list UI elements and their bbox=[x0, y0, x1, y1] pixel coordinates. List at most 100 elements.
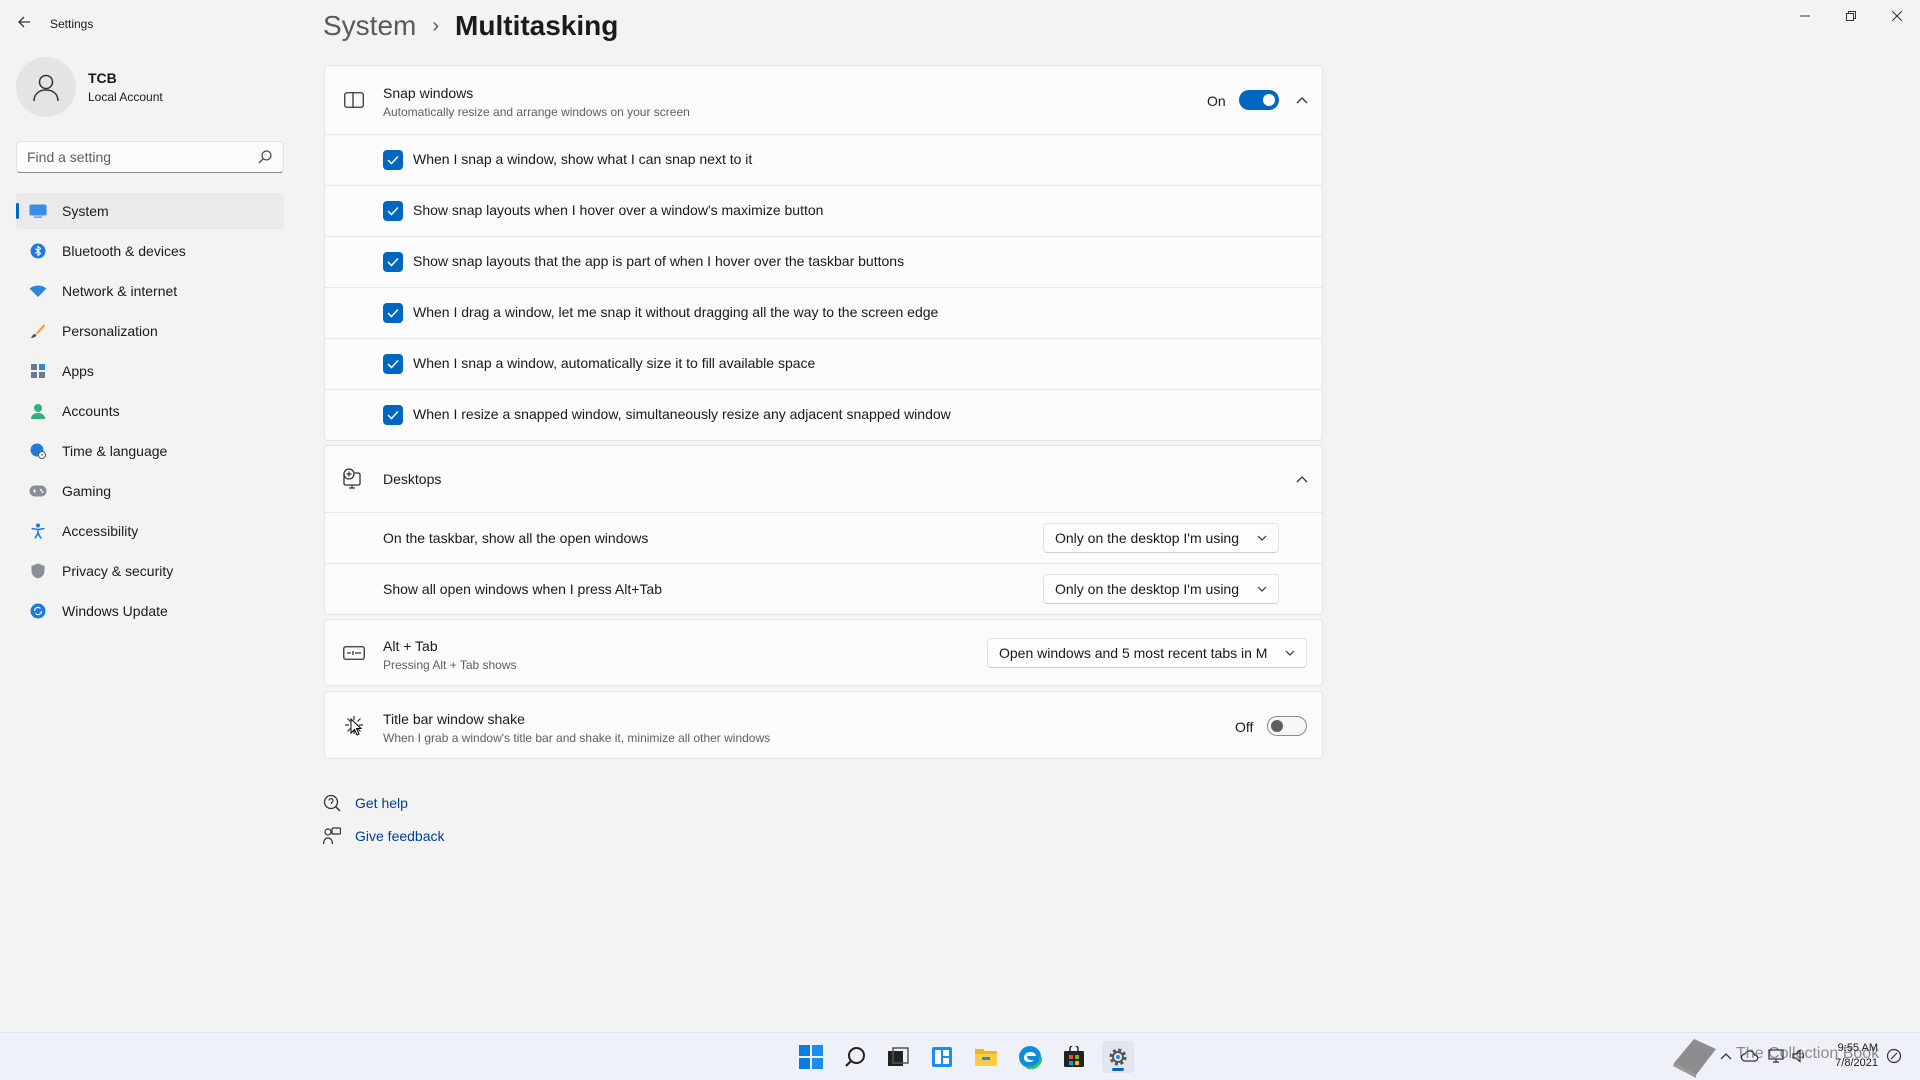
volume-icon[interactable] bbox=[1791, 1047, 1809, 1065]
breadcrumb: System › Multitasking bbox=[323, 10, 618, 42]
sidebar-item-apps[interactable]: Apps bbox=[16, 353, 284, 389]
desktops-collapse-button[interactable] bbox=[1292, 469, 1312, 489]
chevron-down-icon bbox=[1285, 650, 1295, 656]
get-help-link[interactable]: Get help bbox=[323, 794, 408, 812]
person-icon bbox=[28, 401, 48, 421]
sidebar-item-network[interactable]: Network & internet bbox=[16, 273, 284, 309]
update-icon bbox=[28, 601, 48, 621]
sidebar-item-label: Windows Update bbox=[62, 603, 168, 619]
settings-taskbar-button[interactable] bbox=[1102, 1041, 1134, 1073]
snap-windows-header[interactable]: Snap windows Automatically resize and ar… bbox=[325, 66, 1322, 134]
sidebar-item-gaming[interactable]: Gaming bbox=[16, 473, 284, 509]
clock-date: 7/8/2021 bbox=[1835, 1057, 1878, 1069]
search-input[interactable] bbox=[17, 142, 247, 172]
sidebar-item-windows-update[interactable]: Windows Update bbox=[16, 593, 284, 629]
file-explorer-button[interactable] bbox=[970, 1041, 1002, 1073]
feedback-icon bbox=[323, 827, 341, 845]
system-icon bbox=[28, 201, 48, 221]
snap-collapse-button[interactable] bbox=[1292, 90, 1312, 110]
task-view-button[interactable] bbox=[882, 1041, 914, 1073]
apps-icon bbox=[28, 361, 48, 381]
snap-option-label: Show snap layouts when I hover over a wi… bbox=[413, 202, 824, 218]
checkmark-icon bbox=[387, 257, 399, 267]
sidebar-item-accessibility[interactable]: Accessibility bbox=[16, 513, 284, 549]
app-title: Settings bbox=[50, 17, 94, 31]
profile[interactable]: TCB Local Account bbox=[16, 57, 163, 117]
desktops-card: Desktops On the taskbar, show all the op… bbox=[324, 445, 1323, 615]
snap-option-checkbox[interactable] bbox=[383, 150, 403, 170]
minimize-button[interactable] bbox=[1782, 0, 1828, 32]
sidebar-item-label: Time & language bbox=[62, 443, 168, 459]
snap-option-label: Show snap layouts that the app is part o… bbox=[413, 253, 905, 269]
dropdown-value: Only on the desktop I'm using bbox=[1055, 581, 1239, 597]
snap-option-checkbox[interactable] bbox=[383, 405, 403, 425]
sidebar-item-privacy[interactable]: Privacy & security bbox=[16, 553, 284, 589]
notifications-icon[interactable] bbox=[1885, 1047, 1903, 1065]
sidebar-item-time-language[interactable]: Time & language bbox=[16, 433, 284, 469]
snap-windows-title: Snap windows bbox=[383, 85, 474, 101]
alt-tab-dropdown[interactable]: Open windows and 5 most recent tabs in M bbox=[987, 638, 1307, 668]
clock[interactable]: 9:55 AM 7/8/2021 bbox=[1835, 1041, 1878, 1071]
give-feedback-link[interactable]: Give feedback bbox=[323, 827, 445, 845]
sidebar-item-bluetooth[interactable]: Bluetooth & devices bbox=[16, 233, 284, 269]
back-button[interactable] bbox=[12, 10, 36, 34]
snap-windows-toggle[interactable] bbox=[1239, 90, 1279, 110]
chevron-down-icon bbox=[1257, 535, 1267, 541]
widgets-icon bbox=[932, 1047, 952, 1067]
search-box[interactable] bbox=[16, 141, 284, 173]
taskbar-search-button[interactable] bbox=[839, 1041, 871, 1073]
chevron-up-icon bbox=[1296, 97, 1308, 104]
mouse-cursor-icon bbox=[350, 718, 362, 736]
restore-button[interactable] bbox=[1828, 0, 1874, 32]
start-button[interactable] bbox=[795, 1041, 827, 1073]
desktops-alttab-row: Show all open windows when I press Alt+T… bbox=[325, 564, 1322, 614]
snap-option-label: When I snap a window, show what I can sn… bbox=[413, 151, 753, 167]
breadcrumb-separator: › bbox=[432, 14, 440, 37]
snap-option-row[interactable]: When I snap a window, show what I can sn… bbox=[325, 135, 1322, 185]
accessibility-icon bbox=[28, 521, 48, 541]
tray-overflow-icon[interactable] bbox=[1717, 1047, 1735, 1065]
edge-browser-button[interactable] bbox=[1014, 1041, 1046, 1073]
snap-option-checkbox[interactable] bbox=[383, 201, 403, 221]
snap-option-checkbox[interactable] bbox=[383, 303, 403, 323]
gear-icon bbox=[1109, 1048, 1127, 1066]
store-button[interactable] bbox=[1058, 1041, 1090, 1073]
network-icon[interactable] bbox=[1767, 1047, 1785, 1065]
snap-option-row[interactable]: Show snap layouts that the app is part o… bbox=[325, 237, 1322, 287]
onedrive-icon[interactable] bbox=[1741, 1047, 1759, 1065]
breadcrumb-parent[interactable]: System bbox=[323, 10, 416, 42]
checkmark-icon bbox=[387, 308, 399, 318]
shake-toggle-label: Off bbox=[1235, 719, 1254, 735]
wifi-icon bbox=[28, 281, 48, 301]
snap-option-row[interactable]: When I resize a snapped window, simultan… bbox=[325, 390, 1322, 440]
desktops-taskbar-dropdown[interactable]: Only on the desktop I'm using bbox=[1043, 523, 1279, 553]
store-icon bbox=[1064, 1046, 1084, 1067]
snap-option-checkbox[interactable] bbox=[383, 354, 403, 374]
search-icon[interactable] bbox=[257, 149, 273, 165]
checkmark-icon bbox=[387, 410, 399, 420]
checkmark-icon bbox=[387, 155, 399, 165]
sidebar-item-personalization[interactable]: Personalization bbox=[16, 313, 284, 349]
chevron-up-icon bbox=[1296, 476, 1308, 483]
help-icon bbox=[323, 794, 341, 812]
shake-toggle[interactable] bbox=[1267, 716, 1307, 736]
edge-icon bbox=[1018, 1045, 1042, 1069]
snap-option-row[interactable]: When I drag a window, let me snap it wit… bbox=[325, 288, 1322, 338]
sidebar-item-system[interactable]: System bbox=[16, 193, 284, 229]
snap-option-row[interactable]: When I snap a window, automatically size… bbox=[325, 339, 1322, 389]
desktops-header[interactable]: Desktops bbox=[325, 446, 1322, 512]
close-button[interactable] bbox=[1874, 0, 1920, 32]
alt-tab-description: Pressing Alt + Tab shows bbox=[383, 658, 517, 672]
desktops-alttab-label: Show all open windows when I press Alt+T… bbox=[383, 581, 662, 597]
title-bar: Settings bbox=[0, 0, 1920, 48]
snap-option-label: When I drag a window, let me snap it wit… bbox=[413, 304, 939, 320]
desktops-alttab-dropdown[interactable]: Only on the desktop I'm using bbox=[1043, 574, 1279, 604]
alt-tab-title: Alt + Tab bbox=[383, 638, 438, 654]
sidebar-item-accounts[interactable]: Accounts bbox=[16, 393, 284, 429]
snap-option-row[interactable]: Show snap layouts when I hover over a wi… bbox=[325, 186, 1322, 236]
sidebar-item-label: Accessibility bbox=[62, 523, 139, 539]
restore-icon bbox=[1846, 11, 1856, 21]
alt-tab-card: Alt + Tab Pressing Alt + Tab shows Open … bbox=[324, 619, 1323, 686]
widgets-button[interactable] bbox=[926, 1041, 958, 1073]
snap-option-checkbox[interactable] bbox=[383, 252, 403, 272]
